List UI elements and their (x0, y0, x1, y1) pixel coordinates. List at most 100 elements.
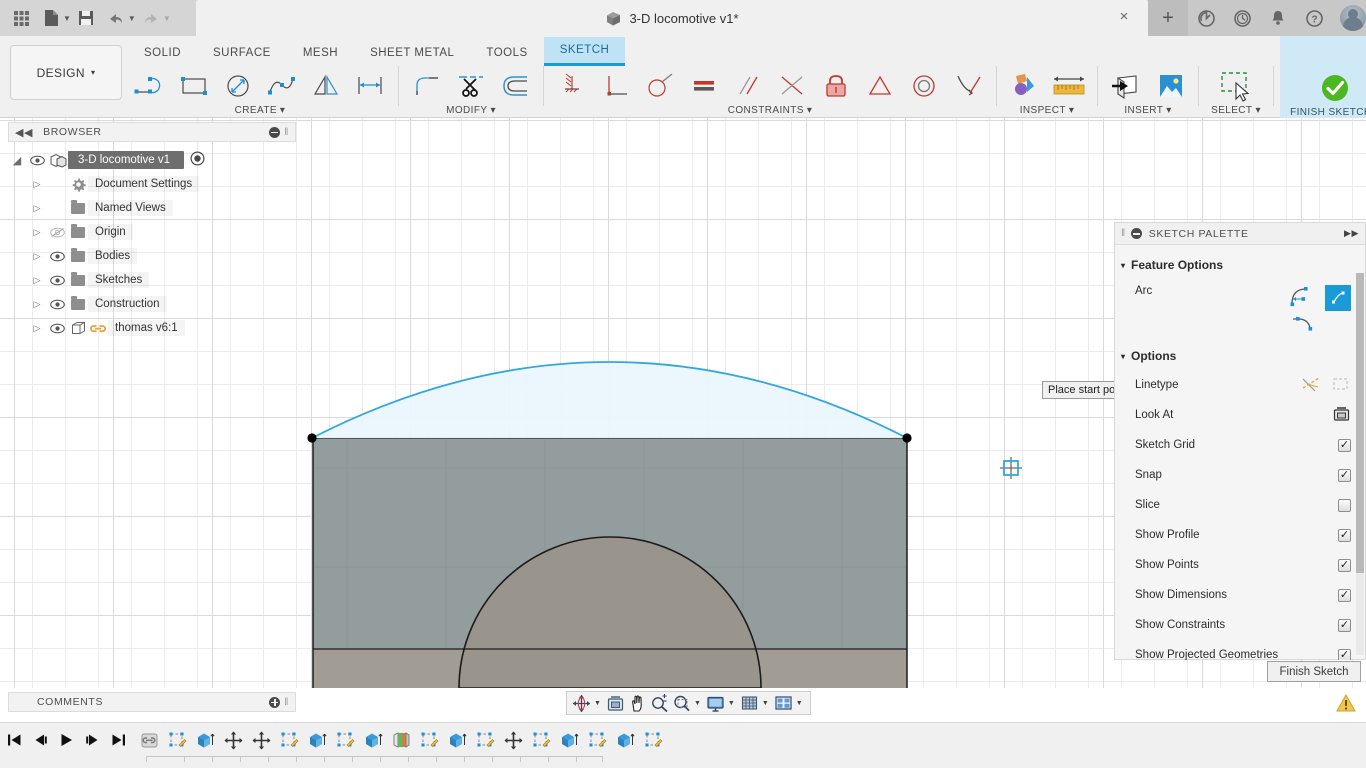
help-icon[interactable]: ? (1298, 2, 1330, 34)
timeline-item-linked-component[interactable] (140, 731, 159, 750)
panel-select-label[interactable]: SELECT ▾ (1211, 105, 1261, 116)
tab-surface[interactable]: SURFACE (197, 40, 287, 66)
viewports-caret[interactable]: ▼ (796, 700, 803, 707)
tree-twisty-sketches[interactable]: ▷ (28, 275, 46, 286)
visibility-eye-icon[interactable] (46, 323, 68, 334)
timeline-item-sketch[interactable] (336, 731, 355, 750)
palette-grip-icon[interactable]: ‖ (1121, 228, 1126, 239)
fix-unfix-constraint[interactable] (814, 66, 858, 106)
three-point-arc-icon[interactable] (1289, 285, 1315, 310)
timeline-item-extrude[interactable] (616, 731, 635, 750)
section-feature-options[interactable]: ▾ Feature Options (1115, 251, 1365, 279)
timeline-item-extrude[interactable] (364, 731, 383, 750)
undo-icon[interactable] (101, 3, 131, 33)
panel-create-label[interactable]: CREATE ▾ (235, 105, 286, 116)
show-points-checkbox[interactable]: ✓ (1338, 558, 1351, 572)
timeline-item-sketch[interactable] (644, 731, 663, 750)
close-document-icon[interactable]: × (1116, 9, 1132, 26)
visibility-eye-icon[interactable] (46, 275, 68, 286)
zoom-window-caret[interactable]: ▼ (694, 700, 701, 707)
timeline-item-move-copy[interactable] (252, 731, 271, 750)
tab-solid[interactable]: SOLID (128, 40, 197, 66)
timeline-item-sketch[interactable] (588, 731, 607, 750)
tab-sheet-metal[interactable]: SHEET METAL (354, 40, 470, 66)
tree-item-thomas-component[interactable]: ▷ thomas v6:1 (8, 316, 298, 340)
orbit-caret[interactable]: ▼ (594, 700, 601, 707)
insert-canvas-tool[interactable] (1148, 66, 1192, 106)
timeline-item-sketch[interactable] (280, 731, 299, 750)
parallel-constraint[interactable] (726, 66, 770, 106)
look-at-icon[interactable] (1332, 405, 1351, 426)
timeline-item-extrude[interactable] (448, 731, 467, 750)
browser-grip-icon[interactable]: ‖ (284, 127, 289, 138)
comments-grip-icon[interactable]: ‖ (284, 697, 289, 708)
look-at-icon[interactable] (605, 692, 626, 714)
tree-twisty-construction[interactable]: ▷ (28, 299, 46, 310)
refresh-icon[interactable] (1190, 2, 1222, 34)
zoom-window-icon[interactable] (671, 692, 692, 714)
interference-tool[interactable] (1003, 66, 1047, 106)
tree-twisty-document-settings[interactable]: ▷ (28, 179, 46, 190)
visibility-eye-off-icon[interactable] (46, 227, 68, 238)
spline-tool[interactable] (260, 66, 304, 106)
horizontal-vertical-constraint[interactable] (550, 66, 594, 106)
browser-collapse-icon[interactable]: ◀◀ (15, 126, 33, 139)
centerline-linetype-icon[interactable] (1331, 375, 1351, 396)
timeline-item-move-copy[interactable] (504, 731, 523, 750)
tree-twisty-bodies[interactable]: ▷ (28, 251, 46, 262)
notifications-icon[interactable] (1262, 2, 1294, 34)
show-dimensions-checkbox[interactable]: ✓ (1338, 588, 1351, 602)
section-options[interactable]: ▾ Options (1115, 335, 1365, 370)
measure-tool[interactable] (1047, 66, 1091, 106)
fillet-tool[interactable] (405, 66, 449, 106)
symmetry-constraint[interactable] (858, 66, 902, 106)
panel-inspect-label[interactable]: INSPECT ▾ (1020, 105, 1075, 116)
timeline-item-extrude[interactable] (196, 731, 215, 750)
timeline-item-sketch[interactable] (420, 731, 439, 750)
tree-twisty-origin[interactable]: ▷ (28, 227, 46, 238)
tree-twisty-thomas[interactable]: ▷ (28, 323, 46, 334)
tree-item-construction[interactable]: ▷ Construction (8, 292, 298, 316)
perpendicular-constraint[interactable] (594, 66, 638, 106)
tangent-constraint[interactable] (638, 66, 682, 106)
add-comment-icon[interactable] (269, 696, 281, 708)
grid-snaps-caret[interactable]: ▼ (762, 700, 769, 707)
workspace-selector[interactable]: DESIGN ▾ (10, 45, 122, 100)
account-avatar[interactable] (1340, 5, 1366, 31)
trim-tool[interactable] (449, 66, 493, 106)
tree-twisty-named-views[interactable]: ▷ (28, 203, 46, 214)
timeline-item-extrude[interactable] (308, 731, 327, 750)
show-profile-checkbox[interactable]: ✓ (1338, 528, 1351, 542)
step-forward-button[interactable] (84, 731, 100, 749)
timeline-item-sketch[interactable] (476, 731, 495, 750)
recent-icon[interactable] (1226, 2, 1258, 34)
mirror-tool[interactable] (304, 66, 348, 106)
circle-tool[interactable] (216, 66, 260, 106)
visibility-eye-icon[interactable] (46, 299, 68, 310)
display-settings-icon[interactable] (705, 692, 726, 714)
activate-component-radio[interactable] (190, 151, 205, 169)
redo-icon[interactable] (136, 3, 166, 33)
palette-scrollbar-thumb[interactable] (1356, 273, 1364, 573)
orbit-icon[interactable] (571, 692, 592, 714)
tree-item-origin[interactable]: ▷ Origin (8, 220, 298, 244)
redo-dropdown-caret[interactable]: ▼ (163, 14, 171, 23)
sketch-dimension-tool[interactable] (348, 66, 392, 106)
timeline-item-sketch[interactable] (168, 731, 187, 750)
tab-mesh[interactable]: MESH (287, 40, 354, 66)
select-window-tool[interactable] (1205, 66, 1267, 106)
go-to-end-button[interactable] (110, 731, 126, 749)
timeline-item-move-copy[interactable] (224, 731, 243, 750)
zoom-icon[interactable] (649, 692, 670, 714)
curvature-constraint[interactable] (946, 66, 990, 106)
tree-item-root[interactable]: ◢ 3-D locomotive v1 (8, 148, 298, 172)
show-projected-geometries-checkbox[interactable]: ✓ (1338, 648, 1351, 660)
finish-sketch-button[interactable]: Finish Sketch (1267, 661, 1361, 682)
insert-derive-tool[interactable] (1104, 66, 1148, 106)
file-icon[interactable] (36, 3, 66, 33)
offset-tool[interactable] (493, 66, 537, 106)
display-settings-caret[interactable]: ▼ (728, 700, 735, 707)
tree-item-document-settings[interactable]: ▷ Document Settings (8, 172, 298, 196)
visibility-eye-icon[interactable] (26, 155, 48, 166)
tree-twisty-root[interactable]: ◢ (8, 154, 26, 167)
